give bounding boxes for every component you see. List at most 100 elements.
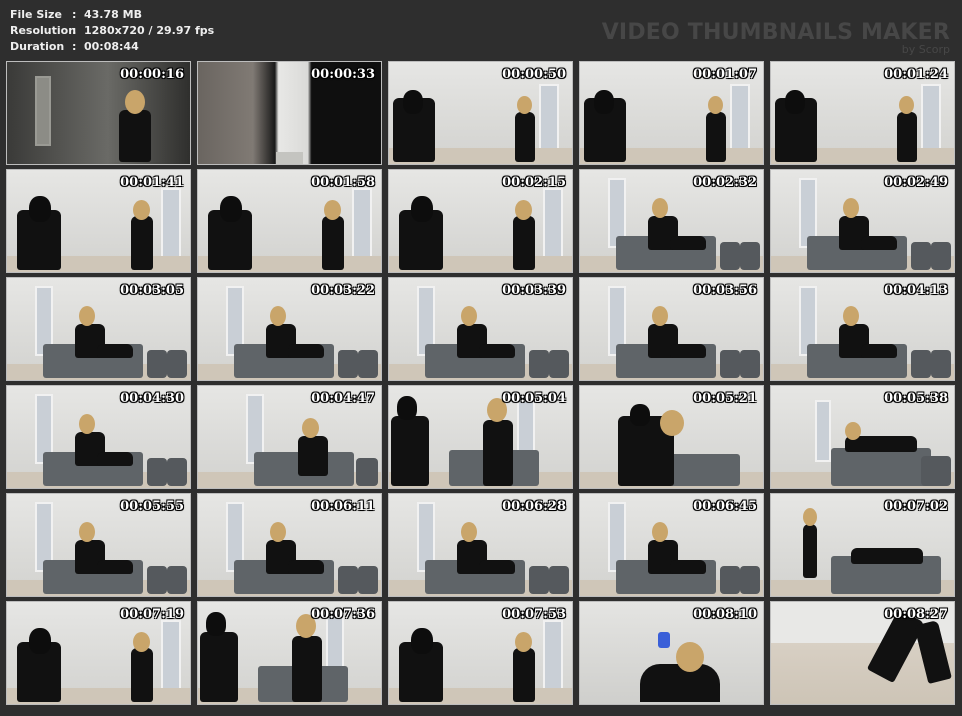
- scene-shape: [483, 420, 513, 486]
- scene-shape: [200, 632, 238, 702]
- timestamp-label: 00:01:41: [120, 175, 184, 190]
- scene-shape: [720, 566, 740, 594]
- scene-shape: [206, 612, 226, 636]
- scene-shape: [97, 452, 133, 466]
- timestamp-label: 00:07:36: [311, 607, 375, 622]
- scene-shape: [288, 560, 324, 574]
- info-row-file-size: File Size : 43.78 MB: [10, 7, 214, 23]
- scene-shape: [803, 524, 817, 578]
- thumbnail-frame: 00:04:47: [197, 385, 382, 489]
- thumbnail-frame: 00:05:38: [770, 385, 955, 489]
- scene-shape: [167, 350, 187, 378]
- info-value: 00:08:44: [84, 40, 139, 53]
- watermark: VIDEO THUMBNAILS MAKER by Scorp: [602, 21, 950, 56]
- scene-shape: [356, 458, 378, 486]
- info-label: Duration: [10, 40, 65, 53]
- timestamp-label: 00:03:05: [120, 283, 184, 298]
- scene-shape: [670, 236, 706, 250]
- scene-shape: [167, 566, 187, 594]
- thumbnail-frame: 00:01:41: [6, 169, 191, 273]
- scene-shape: [167, 458, 187, 486]
- timestamp-label: 00:08:10: [693, 607, 757, 622]
- scene-shape: [338, 350, 358, 378]
- scene-shape: [843, 306, 859, 326]
- timestamp-label: 00:06:28: [502, 499, 566, 514]
- scene-shape: [147, 350, 167, 378]
- thumbnail-frame: 00:03:56: [579, 277, 764, 381]
- scene-shape: [161, 620, 181, 690]
- scene-shape: [479, 344, 515, 358]
- scene-shape: [79, 522, 95, 542]
- scene-shape: [740, 242, 760, 270]
- timestamp-label: 00:07:02: [884, 499, 948, 514]
- scene-shape: [324, 200, 341, 220]
- info-separator: :: [72, 24, 77, 37]
- scene-shape: [358, 566, 378, 594]
- thumbnail-frame: 00:05:55: [6, 493, 191, 597]
- scene-shape: [133, 200, 150, 220]
- scene-shape: [352, 188, 372, 258]
- scene-shape: [461, 522, 477, 542]
- file-info: File Size : 43.78 MB Resolution : 1280x7…: [10, 7, 214, 55]
- scene-shape: [720, 242, 740, 270]
- timestamp-label: 00:04:47: [311, 391, 375, 406]
- thumbnail-frame: 00:00:16: [6, 61, 191, 165]
- scene-shape: [911, 350, 931, 378]
- info-separator: :: [72, 8, 77, 21]
- scene-shape: [338, 566, 358, 594]
- thumbnail-frame: 00:01:07: [579, 61, 764, 165]
- thumbnail-frame: 00:04:13: [770, 277, 955, 381]
- scene-shape: [276, 151, 303, 164]
- scene-shape: [322, 216, 344, 270]
- timestamp-label: 00:07:53: [502, 607, 566, 622]
- info-row-resolution: Resolution : 1280x720 / 29.97 fps: [10, 23, 214, 39]
- scene-shape: [270, 306, 286, 326]
- scene-shape: [397, 396, 417, 420]
- scene-shape: [125, 90, 145, 114]
- scene-shape: [403, 90, 423, 114]
- scene-shape: [660, 410, 684, 436]
- timestamp-label: 00:05:55: [120, 499, 184, 514]
- scene-shape: [133, 632, 150, 652]
- info-label: Resolution: [10, 24, 77, 37]
- timestamp-label: 00:05:04: [502, 391, 566, 406]
- timestamp-label: 00:05:21: [693, 391, 757, 406]
- info-label: File Size: [10, 8, 62, 21]
- scene-shape: [720, 350, 740, 378]
- scene-shape: [298, 436, 328, 476]
- scene-shape: [549, 566, 569, 594]
- thumbnail-frame: 00:05:21: [579, 385, 764, 489]
- thumbnail-frame: 00:04:30: [6, 385, 191, 489]
- scene-shape: [630, 404, 650, 426]
- scene-shape: [131, 216, 153, 270]
- scene-shape: [676, 642, 704, 672]
- scene-shape: [921, 84, 941, 150]
- timestamp-label: 00:08:27: [884, 607, 948, 622]
- scene-shape: [461, 306, 477, 326]
- scene-shape: [479, 560, 515, 574]
- scene-shape: [652, 306, 668, 326]
- scene-shape: [843, 198, 859, 218]
- thumbnail-frame: 00:07:19: [6, 601, 191, 705]
- info-separator: :: [72, 40, 77, 53]
- scene-shape: [529, 566, 549, 594]
- scene-shape: [35, 76, 51, 146]
- scene-shape: [652, 198, 668, 218]
- scene-shape: [515, 112, 535, 162]
- info-value: 43.78 MB: [84, 8, 142, 21]
- scene-shape: [515, 200, 532, 220]
- scene-shape: [931, 350, 951, 378]
- scene-shape: [640, 664, 720, 702]
- scene-shape: [740, 350, 760, 378]
- scene-shape: [911, 242, 931, 270]
- scene-shape: [292, 636, 322, 702]
- scene-shape: [539, 84, 559, 150]
- scene-shape: [652, 522, 668, 542]
- scene-shape: [517, 96, 532, 114]
- scene-shape: [549, 350, 569, 378]
- scene-shape: [670, 454, 740, 486]
- scene-shape: [708, 96, 723, 114]
- scene-shape: [358, 350, 378, 378]
- scene-shape: [543, 188, 563, 258]
- scene-shape: [931, 242, 951, 270]
